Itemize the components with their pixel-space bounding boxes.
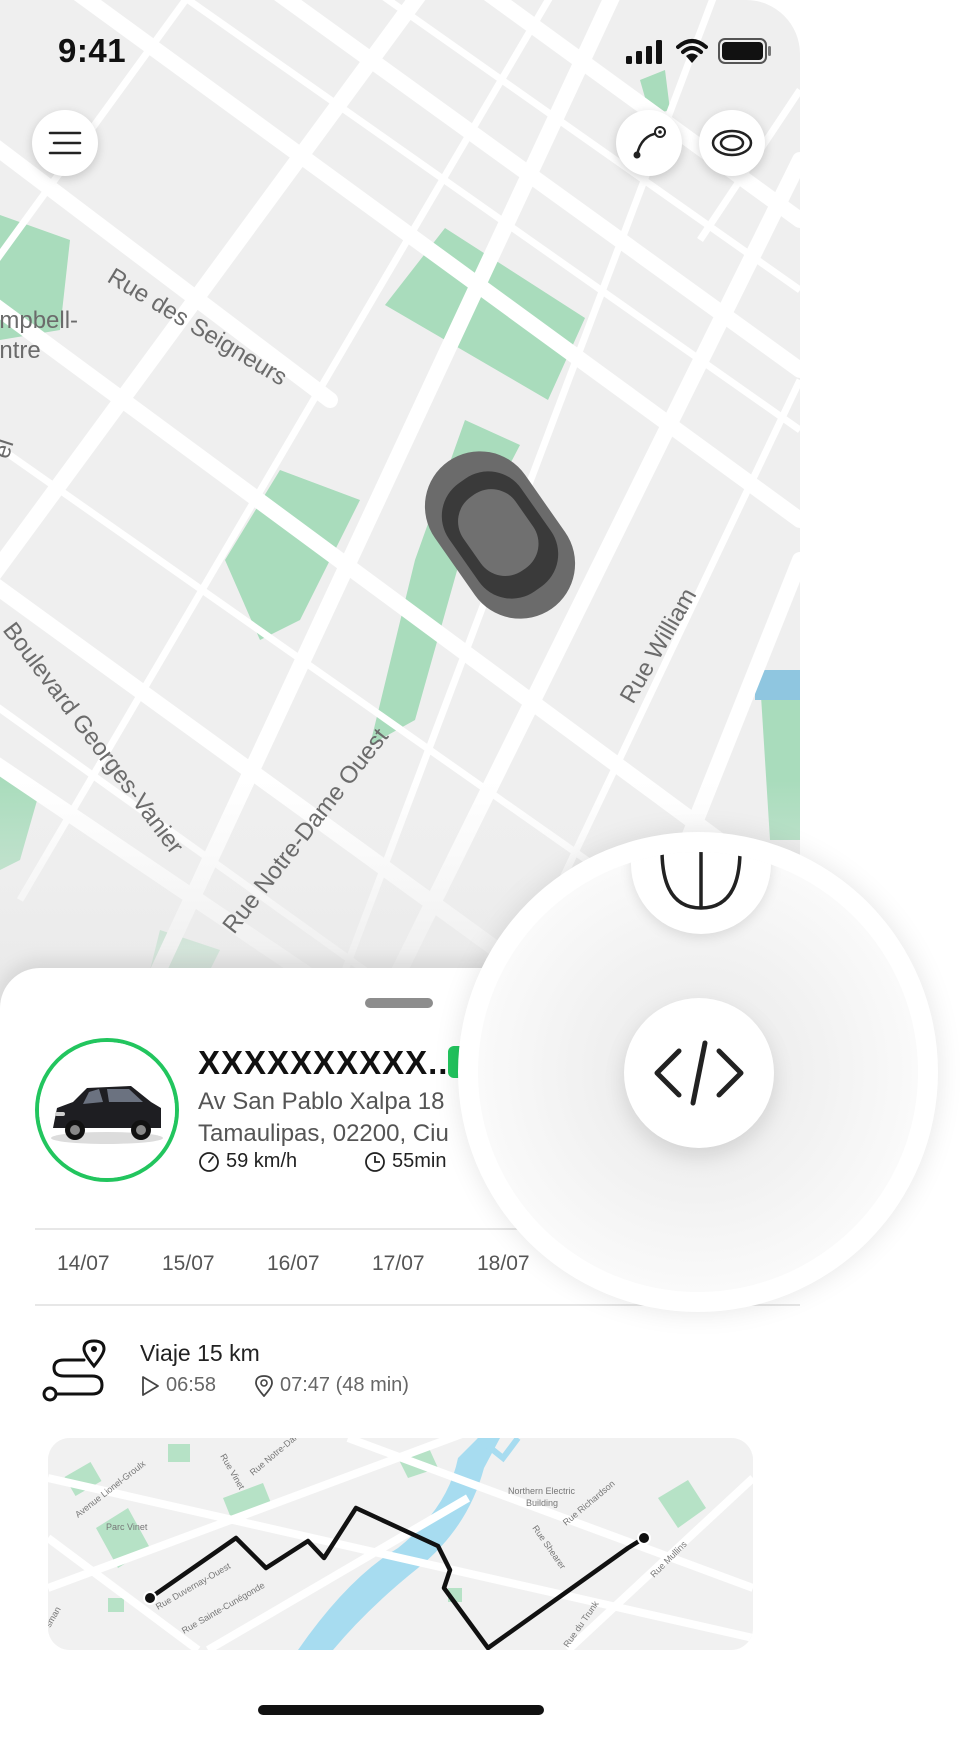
signal-icon <box>626 40 662 64</box>
trip-title: Viaje 15 km <box>140 1340 260 1366</box>
speedometer-icon <box>199 1151 219 1172</box>
view-toggle-button[interactable] <box>699 110 765 176</box>
code-icon <box>654 1040 744 1106</box>
clock-icon <box>365 1151 385 1172</box>
play-icon <box>142 1375 159 1396</box>
date-tab[interactable]: 16/07 <box>267 1252 320 1276</box>
vehicle-avatar[interactable] <box>35 1038 179 1182</box>
home-indicator[interactable] <box>258 1705 544 1715</box>
magnifier-inner <box>478 852 918 1292</box>
date-tab[interactable]: 17/07 <box>372 1252 425 1276</box>
route-end-point <box>637 1531 651 1545</box>
wifi-icon <box>676 39 708 63</box>
vehicle-address-line1: Av San Pablo Xalpa 18 <box>198 1088 445 1115</box>
sheet-drag-handle[interactable] <box>365 998 433 1008</box>
magnifier-lens <box>458 832 938 1312</box>
car-photo <box>39 1042 175 1178</box>
vehicle-address-line2: Tamaulipas, 02200, Ciu <box>198 1120 449 1147</box>
magnified-top-button[interactable] <box>631 852 771 934</box>
date-tab[interactable]: 18/07 <box>477 1252 530 1276</box>
route-trip-icon <box>42 1339 106 1402</box>
route-button[interactable] <box>616 110 682 176</box>
street-label: entre <box>0 337 41 364</box>
route-start-point <box>143 1591 157 1605</box>
trip-route-map[interactable]: Avenue Lionel-Groulx Parc Vinet Rue Vine… <box>48 1438 753 1650</box>
status-bar: 9:41 <box>0 0 800 100</box>
route-icon <box>633 126 666 159</box>
battery-icon <box>718 38 771 64</box>
trip-end-time: 07:47 (48 min) <box>280 1374 409 1396</box>
trip-end: 07:47 (48 min) <box>254 1374 409 1397</box>
minimap-label: Parc Vinet <box>106 1522 148 1532</box>
status-time: 9:41 <box>58 32 127 69</box>
eye-icon <box>711 129 753 157</box>
menu-button[interactable] <box>32 110 98 176</box>
street-label: ampbell- <box>0 307 78 334</box>
trip-start-time: 06:58 <box>166 1374 217 1396</box>
date-tab[interactable]: 14/07 <box>57 1252 110 1276</box>
partial-circle-icon <box>660 852 742 910</box>
code-button[interactable] <box>624 998 774 1148</box>
menu-icon <box>48 131 82 155</box>
trip-start: 06:58 <box>140 1374 216 1397</box>
vehicle-name: XXXXXXXXXX... <box>198 1044 459 1081</box>
speed-value: 59 km/h <box>226 1150 298 1172</box>
date-tab[interactable]: 15/07 <box>162 1252 215 1276</box>
minimap-label: Building <box>526 1498 558 1508</box>
duration-metric: 55min <box>364 1150 446 1173</box>
duration-value: 55min <box>392 1150 447 1172</box>
minimap-label: Northern Electric <box>508 1486 576 1496</box>
speed-metric: 59 km/h <box>198 1150 297 1173</box>
location-pin-icon <box>255 1374 273 1397</box>
route-map-graphic: Avenue Lionel-Groulx Parc Vinet Rue Vine… <box>48 1438 753 1650</box>
